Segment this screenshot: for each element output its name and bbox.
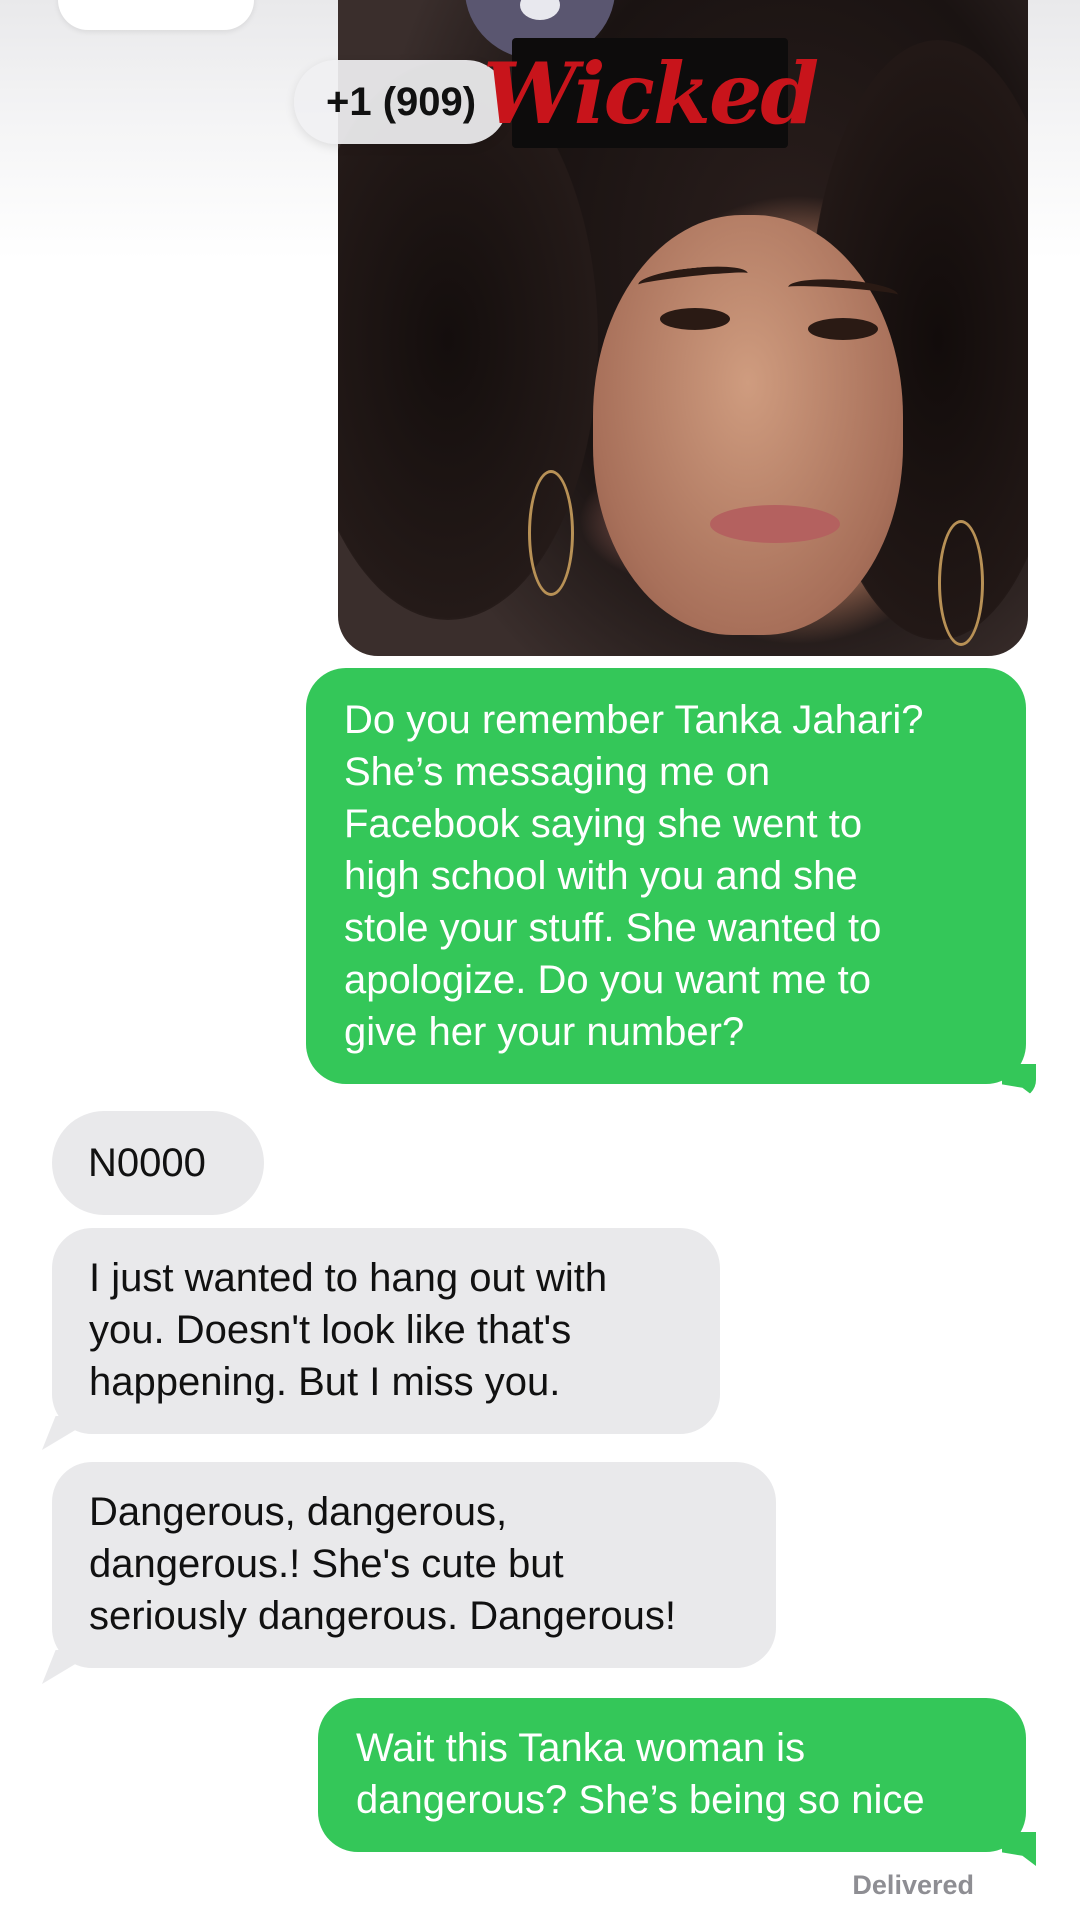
photo-earring-left bbox=[528, 470, 574, 596]
wicked-sticker: Wicked bbox=[483, 38, 819, 148]
delivered-status: Delivered bbox=[852, 1870, 974, 1900]
message-bubble-outgoing[interactable]: Wait this Tanka woman is dangerous? She’… bbox=[318, 1698, 1036, 1866]
message-bubble-incoming[interactable]: Dangerous, dangerous, dangerous.! She's … bbox=[42, 1462, 776, 1684]
message-text: Dangerous, dangerous, dangerous.! She's … bbox=[89, 1490, 677, 1638]
bubble-tail bbox=[42, 1650, 76, 1684]
message-bubble-incoming[interactable]: N0000 bbox=[52, 1111, 264, 1215]
contact-phone-number: +1 (909) bbox=[326, 79, 477, 124]
message-bubble-outgoing[interactable]: Do you remember Tanka Jahari? She’s mess… bbox=[306, 668, 1036, 1098]
bubble-tail bbox=[1002, 1832, 1036, 1866]
photo-face bbox=[593, 215, 903, 635]
person-icon bbox=[520, 0, 560, 20]
bubble-tail bbox=[1002, 1064, 1036, 1098]
photo-eye-left bbox=[660, 308, 730, 330]
photo-eye-right bbox=[808, 318, 878, 340]
message-bubble-incoming[interactable]: I just wanted to hang out with you. Does… bbox=[42, 1228, 720, 1450]
photo-lips bbox=[710, 505, 840, 543]
back-button[interactable] bbox=[58, 0, 254, 30]
sticker-text: Wicked bbox=[482, 43, 819, 143]
photo-earring-right bbox=[938, 520, 984, 646]
bubble-tail bbox=[42, 1416, 76, 1450]
message-text: Wait this Tanka woman is dangerous? She’… bbox=[356, 1726, 925, 1822]
message-text: I just wanted to hang out with you. Does… bbox=[89, 1256, 608, 1404]
contact-name-pill[interactable]: +1 (909) bbox=[294, 60, 509, 144]
message-text: Do you remember Tanka Jahari? She’s mess… bbox=[344, 698, 924, 1054]
message-text: N0000 bbox=[88, 1141, 206, 1185]
